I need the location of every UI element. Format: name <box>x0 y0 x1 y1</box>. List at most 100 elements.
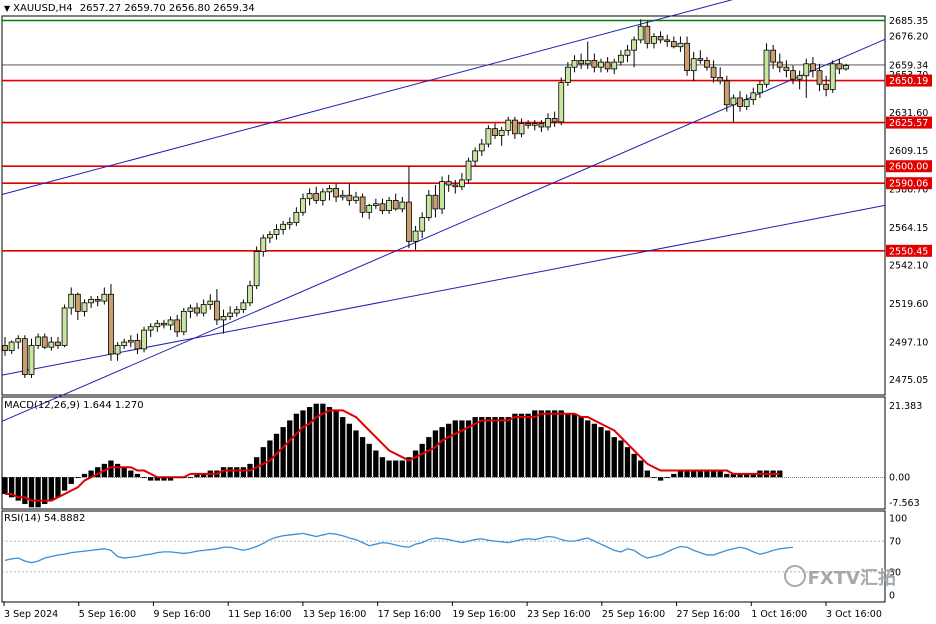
candle-body <box>657 36 664 41</box>
macd-bar <box>287 420 293 478</box>
time-tick-label: 3 Oct 16:00 <box>826 609 882 620</box>
candle-body <box>770 49 777 63</box>
candle-body <box>392 199 399 210</box>
time-tick-label: 25 Sep 16:00 <box>602 609 665 620</box>
macd-bar <box>386 460 392 478</box>
candle-body <box>425 194 432 218</box>
candle-body <box>346 194 353 201</box>
candle-body <box>2 345 8 352</box>
candle-body <box>273 229 280 235</box>
candle-body <box>459 179 465 188</box>
macd-bar <box>432 430 439 478</box>
candle-body <box>21 338 28 375</box>
macd-bar <box>611 437 617 478</box>
candle-body <box>465 160 472 181</box>
price-tick-label: 2564.15 <box>889 223 928 234</box>
candle-body <box>730 97 737 106</box>
macd-bar <box>227 467 233 478</box>
trendlines <box>1 0 886 422</box>
level-label: 2600.00 <box>889 162 928 173</box>
macd-bar <box>293 413 300 478</box>
rsi-tick-label: 0 <box>889 591 895 602</box>
macd-bar <box>446 423 452 478</box>
candle-body <box>101 293 108 302</box>
macd-bar <box>677 470 684 478</box>
macd-bar <box>578 417 584 478</box>
symbol-label: XAUUSD,H4 <box>13 3 73 14</box>
candle-body <box>644 25 651 44</box>
macd-bar <box>35 477 41 508</box>
candle-body <box>200 304 207 314</box>
macd-bar <box>532 410 538 478</box>
candle-body <box>670 41 677 48</box>
candle-body <box>684 42 690 72</box>
candle-body <box>743 99 750 107</box>
price-tick-label: 2475.05 <box>889 375 928 386</box>
candle-body <box>452 184 459 188</box>
macd-tick-label: -7.563 <box>889 498 920 509</box>
price-tick-label: 2609.15 <box>889 146 928 157</box>
dropdown-arrow-icon[interactable]: ▼ <box>4 4 10 13</box>
rsi-line <box>4 532 794 564</box>
candle-body <box>134 339 141 350</box>
macd-bar <box>545 410 551 478</box>
macd-bar <box>353 430 359 478</box>
macd-bar <box>492 417 498 478</box>
time-tick-label: 23 Sep 16:00 <box>527 609 590 620</box>
candle-body <box>723 80 730 106</box>
candle-body <box>94 298 101 302</box>
macd-bar <box>81 473 88 478</box>
macd-bar <box>638 460 644 478</box>
macd-bar <box>571 413 578 478</box>
macd-bar <box>128 470 134 478</box>
macd-tick-label: 0.00 <box>889 473 910 484</box>
candle-body <box>505 119 512 131</box>
last-price-label: 2659.34 <box>889 60 928 71</box>
candle-body <box>399 201 406 210</box>
candle-body <box>611 61 618 70</box>
candle-body <box>406 201 412 242</box>
macd-bar <box>684 470 690 478</box>
macd-bar <box>366 443 372 478</box>
macd-bar <box>121 467 127 478</box>
candle-body <box>227 312 234 317</box>
macd-bar <box>710 470 717 478</box>
candle-body <box>167 319 174 326</box>
candle-body <box>353 196 359 201</box>
macd-bar <box>234 467 240 478</box>
level-label: 2625.57 <box>889 118 928 129</box>
macd-bar <box>22 477 28 504</box>
price-tick-label: 2676.20 <box>889 32 928 43</box>
macd-bar <box>538 410 545 478</box>
macd-label: MACD(12,26,9) 1.644 1.270 <box>4 400 144 411</box>
candle-body <box>61 307 68 346</box>
macd-bar <box>644 470 650 478</box>
time-tick-label: 13 Sep 16:00 <box>303 609 366 620</box>
macd-bar <box>585 420 591 478</box>
candle-body <box>359 196 366 213</box>
candle-body <box>478 143 485 152</box>
price-tick-label: 2497.10 <box>889 337 928 348</box>
macd-bar <box>48 477 55 501</box>
candle-body <box>598 61 604 68</box>
candle-body <box>763 49 770 85</box>
watermark-logo-icon <box>783 565 806 587</box>
trading-chart: 2676.202653.702631.602609.152586.702564.… <box>1 0 932 620</box>
macd-bar <box>55 477 61 498</box>
candle-body <box>293 211 300 223</box>
candle-body <box>829 63 836 90</box>
candle-body <box>796 75 803 80</box>
candle-body <box>511 119 518 135</box>
candle-body <box>737 97 743 107</box>
candlestick-series <box>2 19 849 378</box>
candle-body <box>631 39 637 51</box>
candle-body <box>174 319 181 333</box>
watermark-text: FXTV汇拓 <box>807 568 896 589</box>
macd-bar <box>512 413 518 478</box>
candle-body <box>690 58 697 72</box>
candle-body <box>180 310 187 333</box>
macd-bar <box>399 460 405 478</box>
time-tick-label: 3 Sep 2024 <box>4 609 58 620</box>
rsi-label: RSI(14) 54.8882 <box>4 513 86 524</box>
panel-frames <box>1 15 886 603</box>
